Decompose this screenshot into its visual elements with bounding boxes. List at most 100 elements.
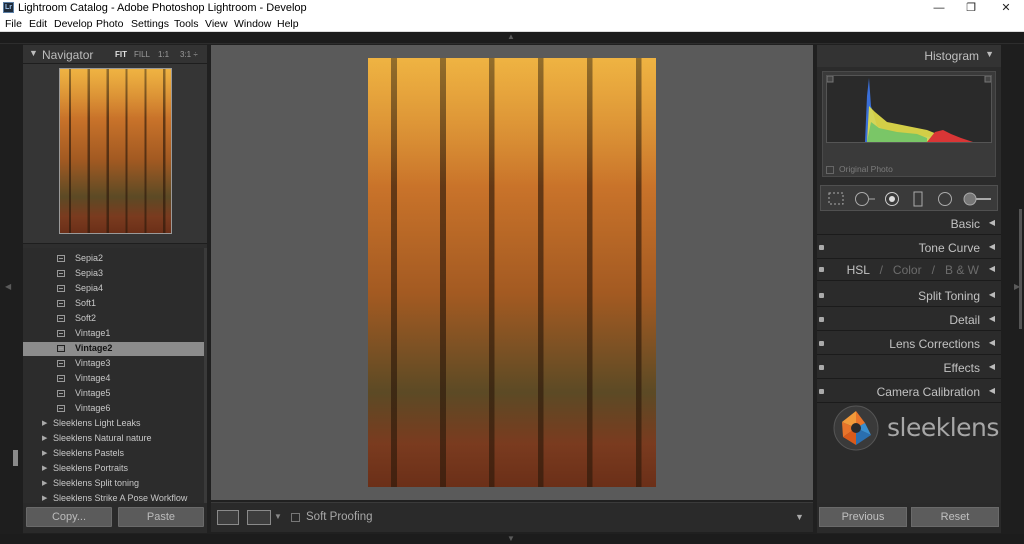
preset-folder[interactable]: ▶ Sleeklens Pastels (23, 447, 204, 461)
preset-item[interactable]: Vintage1 (23, 327, 204, 341)
section-collapse-icon[interactable]: ◀ (989, 314, 995, 323)
folder-expand-icon[interactable]: ▶ (42, 494, 47, 502)
section-collapse-icon[interactable]: ◀ (989, 338, 995, 347)
zoom-1-1[interactable]: 1:1 (158, 50, 169, 59)
section-toggle-switch[interactable] (819, 267, 824, 272)
highlight-clip-indicator[interactable] (984, 75, 992, 83)
menu-edit[interactable]: Edit (29, 18, 47, 30)
radial-filter-icon[interactable] (937, 191, 953, 207)
folder-expand-icon[interactable]: ▶ (42, 449, 47, 457)
section-hsl[interactable]: HSL / Color / B & W ◀ (817, 259, 1001, 281)
preset-folder[interactable]: ▶ Sleeklens Split toning (23, 477, 204, 491)
navigator-header[interactable]: ▼ Navigator FIT FILL 1:1 3:1 ÷ (23, 45, 207, 64)
section-split-toning[interactable]: Split Toning ◀ (817, 285, 1001, 307)
top-panel-toggle[interactable]: ▲ (0, 32, 1024, 44)
section-effects[interactable]: Effects ◀ (817, 357, 1001, 379)
reset-button[interactable]: Reset (911, 507, 999, 527)
menu-view[interactable]: View (205, 18, 228, 30)
folder-expand-icon[interactable]: ▶ (42, 434, 47, 442)
preset-item[interactable]: Sepia3 (23, 267, 204, 281)
menu-window[interactable]: Window (234, 18, 271, 30)
preset-item[interactable]: Soft2 (23, 312, 204, 326)
section-tone-curve[interactable]: Tone Curve ◀ (817, 237, 1001, 259)
section-collapse-icon[interactable]: ◀ (989, 218, 995, 227)
maximize-button[interactable]: ❐ (954, 0, 988, 17)
menu-help[interactable]: Help (277, 18, 299, 30)
before-after-dropdown-icon[interactable]: ▼ (274, 512, 282, 521)
before-after-icon[interactable] (247, 510, 271, 525)
preset-item[interactable]: Sepia4 (23, 282, 204, 296)
section-collapse-icon[interactable]: ◀ (989, 362, 995, 371)
hsl-tab[interactable]: HSL (847, 263, 870, 277)
preset-item[interactable]: Vintage6 (23, 402, 204, 416)
image-canvas[interactable] (211, 45, 813, 500)
section-collapse-icon[interactable]: ◀ (989, 264, 995, 273)
histogram-graph[interactable] (826, 75, 992, 143)
section-toggle-switch[interactable] (819, 245, 824, 250)
folder-expand-icon[interactable]: ▶ (42, 464, 47, 472)
section-toggle-switch[interactable] (819, 389, 824, 394)
copy-button[interactable]: Copy... (26, 507, 112, 527)
section-toggle-switch[interactable] (819, 293, 824, 298)
preset-item[interactable]: Vintage3 (23, 357, 204, 371)
minimize-button[interactable]: — (922, 0, 956, 17)
previous-button[interactable]: Previous (819, 507, 907, 527)
expand-down-icon[interactable]: ▼ (507, 534, 515, 543)
section-collapse-icon[interactable]: ◀ (989, 386, 995, 395)
section-toggle-switch[interactable] (819, 365, 824, 370)
folder-expand-icon[interactable]: ▶ (42, 419, 47, 427)
bw-tab[interactable]: B & W (945, 263, 979, 277)
section-collapse-icon[interactable]: ◀ (989, 290, 995, 299)
menu-file[interactable]: File (5, 18, 22, 30)
menu-develop[interactable]: Develop (54, 18, 93, 30)
graduated-filter-icon[interactable] (913, 191, 923, 207)
crop-tool-icon[interactable] (827, 191, 845, 206)
preset-item[interactable]: Soft1 (23, 297, 204, 311)
toolbar-menu-icon[interactable]: ▼ (795, 512, 804, 522)
close-button[interactable]: ✕ (989, 0, 1023, 17)
preset-folder[interactable]: ▶ Sleeklens Natural nature (23, 432, 204, 446)
zoom-fit[interactable]: FIT (115, 50, 127, 59)
red-eye-icon[interactable] (884, 191, 900, 207)
zoom-fill[interactable]: FILL (134, 50, 150, 59)
histogram-header[interactable]: Histogram ▼ (817, 45, 1001, 67)
navigator-thumbnail[interactable] (59, 68, 172, 234)
preset-folder[interactable]: ▶ Sleeklens Portraits (23, 462, 204, 476)
section-toggle-switch[interactable] (819, 317, 824, 322)
right-scrollbar[interactable] (1019, 209, 1022, 329)
section-toggle-switch[interactable] (819, 341, 824, 346)
left-scroll-thumb[interactable] (13, 450, 18, 466)
menu-photo[interactable]: Photo (96, 18, 123, 30)
preset-item[interactable]: Sepia2 (23, 252, 204, 266)
preset-item-selected[interactable]: Vintage2 (23, 342, 204, 356)
preset-item[interactable]: Vintage4 (23, 372, 204, 386)
soft-proofing-checkbox[interactable] (291, 513, 300, 522)
section-detail[interactable]: Detail ◀ (817, 309, 1001, 331)
section-basic[interactable]: Basic ◀ (817, 213, 1001, 235)
expand-up-icon[interactable]: ▲ (507, 32, 515, 41)
paste-button[interactable]: Paste (118, 507, 204, 527)
preset-item[interactable]: Vintage5 (23, 387, 204, 401)
adjustment-brush-icon[interactable] (963, 191, 993, 207)
menu-tools[interactable]: Tools (174, 18, 199, 30)
section-collapse-icon[interactable]: ◀ (989, 242, 995, 251)
navigator-preview[interactable] (23, 64, 207, 244)
section-lens-corrections[interactable]: Lens Corrections ◀ (817, 333, 1001, 355)
spot-removal-icon[interactable] (854, 191, 876, 207)
preset-folder[interactable]: ▶ Sleeklens Light Leaks (23, 417, 204, 431)
folder-expand-icon[interactable]: ▶ (42, 479, 47, 487)
filmstrip-toggle[interactable]: ▼ (0, 534, 1024, 544)
main-photo[interactable] (368, 58, 656, 487)
menu-settings[interactable]: Settings (131, 18, 169, 30)
section-camera-calibration[interactable]: Camera Calibration ◀ (817, 381, 1001, 403)
preset-folder[interactable]: ▶ Sleeklens Strike A Pose Workflow (23, 492, 204, 503)
histogram-collapse-icon[interactable]: ▼ (985, 49, 994, 59)
original-photo-checkbox[interactable] (826, 166, 834, 174)
shadow-clip-indicator[interactable] (826, 75, 834, 83)
presets-scrollbar[interactable] (204, 248, 207, 503)
zoom-3-1[interactable]: 3:1 ÷ (180, 50, 198, 59)
loupe-view-icon[interactable] (217, 510, 239, 525)
color-tab[interactable]: Color (893, 263, 922, 277)
navigator-collapse-icon[interactable]: ▼ (29, 48, 38, 58)
left-panel-toggle-icon[interactable]: ◀ (5, 282, 11, 291)
